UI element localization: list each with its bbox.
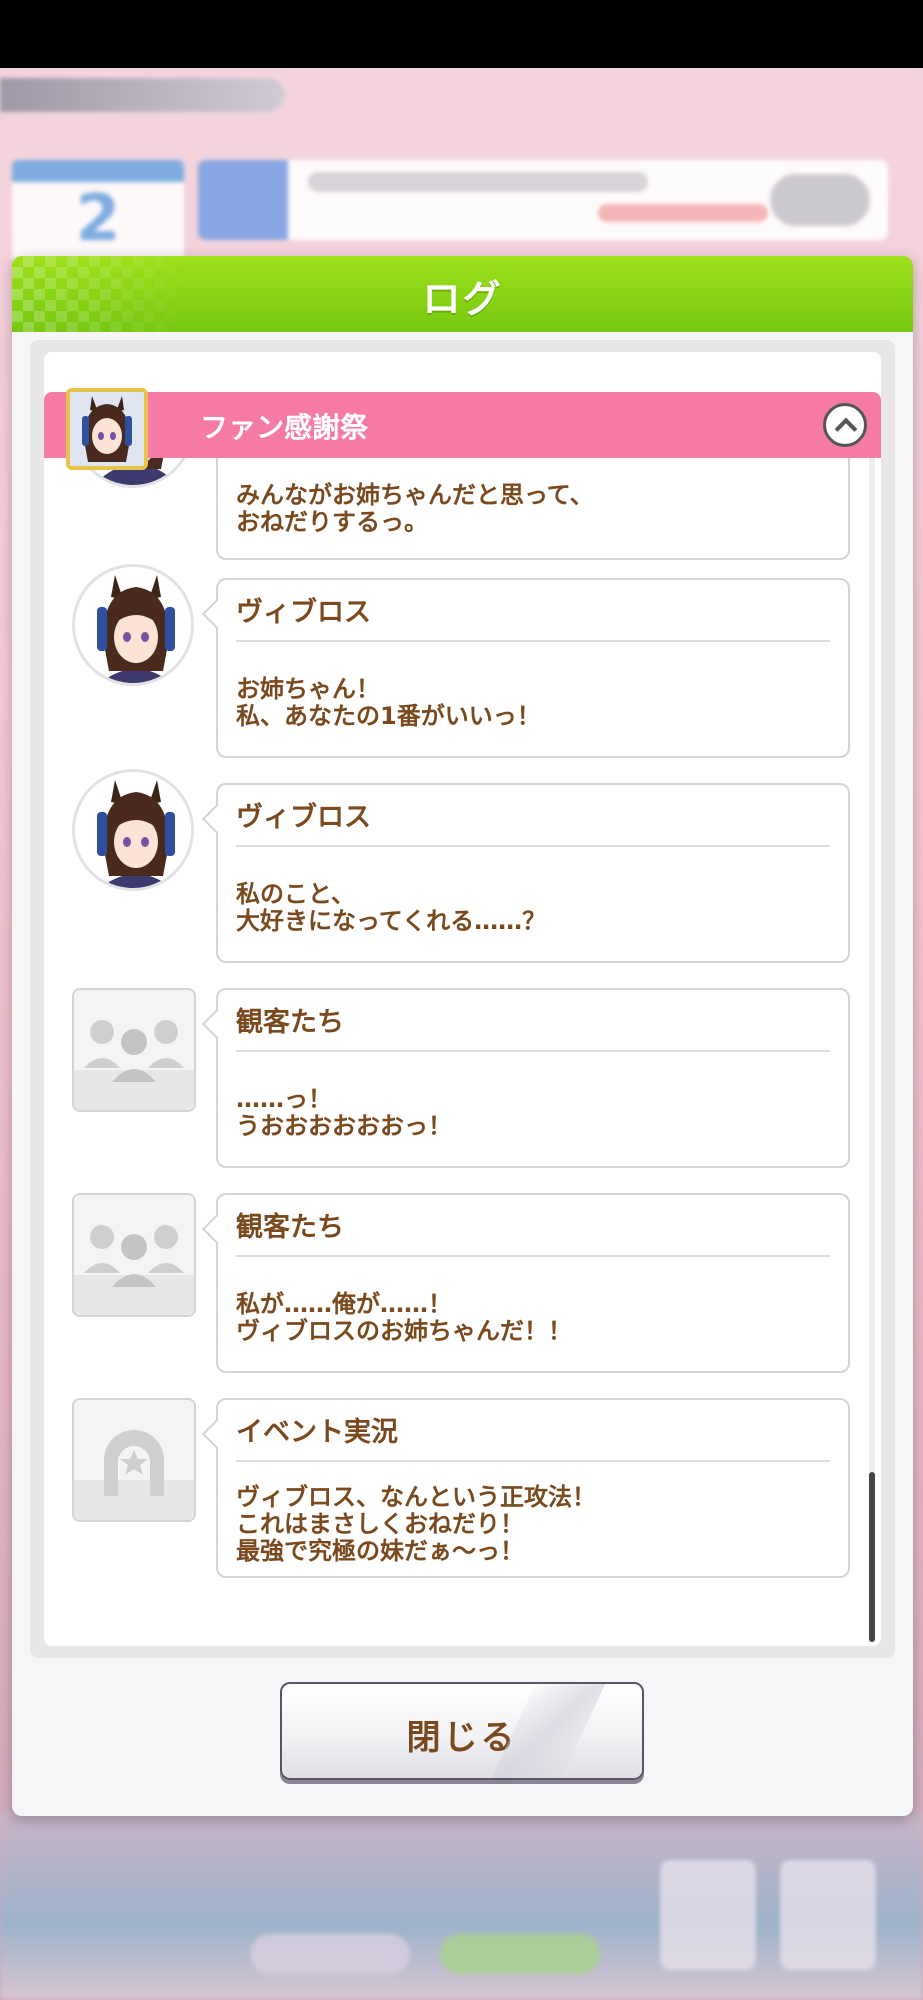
log-entry: みんながお姉ちゃんだと思って、 おねだりするっ。 [44,458,881,566]
message-line: 私、あなたの1番がいいっ！ [236,702,541,730]
log-entry: 観客たち ……っ！ うおおおおおおっ！ [44,988,881,1174]
message-line: 私のこと、 [236,880,356,908]
message-line: ……っ！ [236,1085,332,1113]
scrollbar-thumb[interactable] [869,1472,875,1642]
hud-day-counter: 2 [12,160,184,260]
scrollbar[interactable] [869,452,875,1642]
dialog-title: ログ [422,277,503,321]
message-line: ヴィブロスのお姉ちゃんだ！！ [236,1317,572,1345]
message-bubble: 観客たち 私が……俺が……！ ヴィブロスのお姉ちゃんだ！！ [216,1193,850,1373]
log-dialog: ログ みんながお姉ちゃんだと思って、 おねだりするっ。 ヴィブロス お姉ちゃん！… [12,256,913,1816]
speaker-name: 観客たち [236,1212,344,1243]
hud-event-banner [198,160,888,240]
section-header: ファン感謝祭 [44,388,881,470]
close-button-label: 閉じる [406,1718,518,1758]
log-scroll-area[interactable]: みんながお姉ちゃんだと思って、 おねだりするっ。 ヴィブロス お姉ちゃん！ 私、… [44,352,881,1646]
message-line: 最強で究極の妹だぁ～っ！ [236,1537,524,1565]
log-entry: 観客たち 私が……俺が……！ ヴィブロスのお姉ちゃんだ！！ [44,1193,881,1379]
message-line: うおおおおおおっ！ [236,1112,452,1140]
message-line: ヴィブロス、なんという正攻法！ [236,1483,596,1511]
speaker-name: 観客たち [236,1007,344,1038]
dialog-header: ログ [12,256,913,332]
hud-day-number: 2 [75,182,121,256]
status-bar [0,0,923,68]
log-entry: ヴィブロス 私のこと、 大好きになってくれる……？ [44,769,881,969]
log-entry: イベント実況 ヴィブロス、なんという正攻法！ これはまさしくおねだり！ 最強で究… [44,1398,881,1584]
log-entries[interactable]: みんながお姉ちゃんだと思って、 おねだりするっ。 ヴィブロス お姉ちゃん！ 私、… [44,458,881,1646]
message-line: 大好きになってくれる……？ [236,907,547,935]
crowd-icon [72,1193,196,1317]
character-avatar [72,769,194,891]
message-bubble: 観客たち ……っ！ うおおおおおおっ！ [216,988,850,1168]
horseshoe-icon [72,1398,196,1522]
message-line: これはまさしくおねだり！ [236,1510,524,1538]
log-panel: みんながお姉ちゃんだと思って、 おねだりするっ。 ヴィブロス お姉ちゃん！ 私、… [30,340,895,1658]
message-line: 私が……俺が……！ [236,1290,452,1318]
message-bubble: ヴィブロス お姉ちゃん！ 私、あなたの1番がいいっ！ [216,578,850,758]
section-title: ファン感謝祭 [200,411,369,444]
close-button[interactable]: 閉じる [280,1682,644,1780]
character-avatar [72,564,194,686]
message-bubble: イベント実況 ヴィブロス、なんという正攻法！ これはまさしくおねだり！ 最強で究… [216,1398,850,1578]
crowd-icon [72,988,196,1112]
section-character-avatar [66,388,148,470]
collapse-chevron-up-icon[interactable] [823,403,867,447]
hud-status-pill [0,78,285,112]
message-line: お姉ちゃん！ [236,675,380,703]
speaker-name: ヴィブロス [236,802,371,833]
message-bubble: ヴィブロス 私のこと、 大好きになってくれる……？ [216,783,850,963]
log-entry: ヴィブロス お姉ちゃん！ 私、あなたの1番がいいっ！ [44,564,881,764]
speaker-name: イベント実況 [236,1417,398,1448]
message-bubble: みんながお姉ちゃんだと思って、 おねだりするっ。 [216,458,850,560]
speaker-name: ヴィブロス [236,597,371,628]
message-line: おねだりするっ。 [236,508,428,536]
message-line: みんながお姉ちゃんだと思って、 [236,481,594,509]
